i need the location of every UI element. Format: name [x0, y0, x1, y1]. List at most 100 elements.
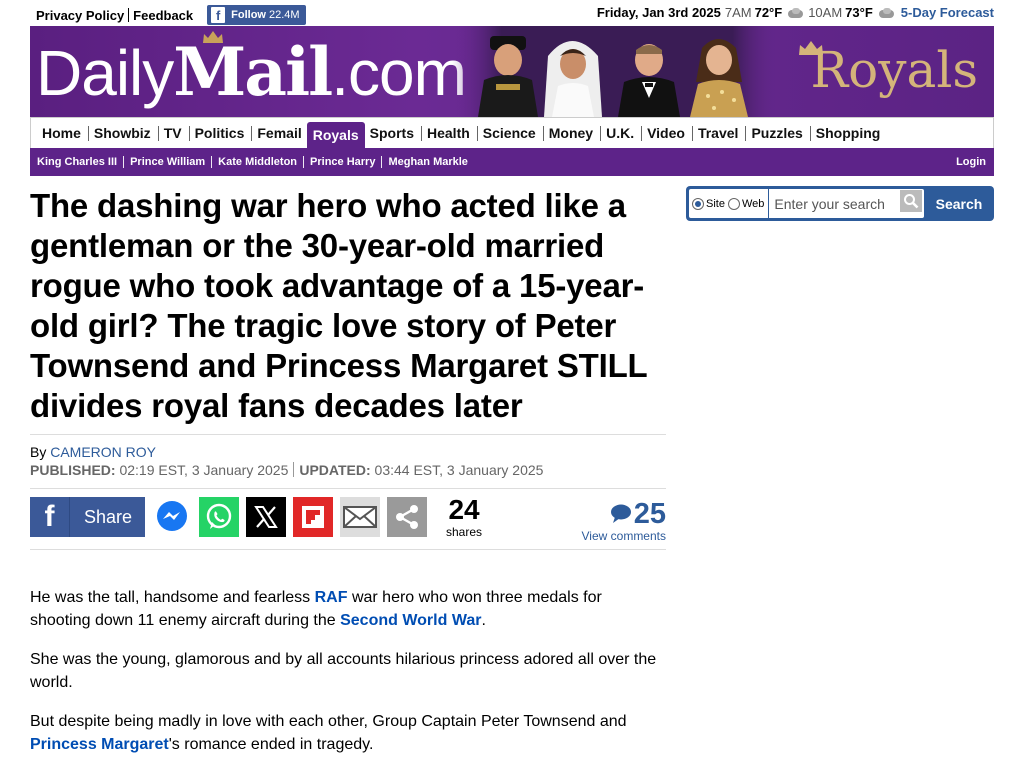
- share-bar: f Share 24 shares 25 View comments: [30, 494, 666, 543]
- nav-item-label: Money: [548, 125, 594, 141]
- nav-item-travel[interactable]: Travel: [693, 118, 746, 148]
- article-headline: The dashing war hero who acted like a ge…: [30, 187, 647, 424]
- nav-item-tv[interactable]: TV: [159, 118, 190, 148]
- subnav-item-kate-middleton[interactable]: Kate Middleton: [218, 156, 310, 168]
- nav-item-label: Femail: [257, 125, 302, 141]
- top-utility-bar: Privacy Policy Feedback f Follow 22.4M F…: [30, 0, 994, 26]
- nav-item-science[interactable]: Science: [478, 118, 544, 148]
- share-count: 24 shares: [446, 494, 483, 540]
- divider: [30, 549, 666, 550]
- raf-topic-link[interactable]: RAF: [315, 589, 348, 606]
- nav-item-label: Royals: [312, 127, 359, 143]
- whatsapp-share-button[interactable]: [199, 497, 239, 537]
- current-date: Friday, Jan 3rd 2025: [596, 5, 721, 20]
- byline: By CAMERON ROY: [30, 444, 156, 460]
- nav-item-showbiz[interactable]: Showbiz: [89, 118, 159, 148]
- main-nav: Home Showbiz TV Politics Femail Royals Sports H…: [30, 117, 994, 148]
- nav-item-femail[interactable]: Femail: [252, 118, 306, 148]
- published-label: PUBLISHED:: [30, 462, 116, 478]
- subnav-item-label: Prince Harry: [310, 156, 376, 168]
- updated-date: 03:44 EST, 3 January 2025: [374, 462, 544, 478]
- divider: [303, 156, 305, 168]
- nav-item-u-k[interactable]: U.K.: [601, 118, 642, 148]
- nav-item-sports[interactable]: Sports: [365, 118, 422, 148]
- shares-label: shares: [446, 525, 483, 539]
- nav-item-label: Video: [647, 125, 685, 141]
- nav-item-label: Home: [42, 125, 81, 141]
- nav-item-label: Politics: [194, 125, 245, 141]
- cloud-icon: [878, 7, 895, 18]
- radio-web-label: Web: [741, 197, 765, 210]
- author-link[interactable]: CAMERON ROY: [50, 444, 156, 460]
- dailymail-logo[interactable]: DailyMail.com: [36, 33, 467, 111]
- flipboard-icon: [302, 506, 324, 528]
- forecast-link[interactable]: 5-Day Forecast: [901, 5, 994, 20]
- second-world-war-topic-link[interactable]: Second World War: [340, 612, 481, 629]
- messenger-icon: [152, 497, 192, 537]
- royals-photo-banner: [452, 26, 782, 117]
- weather-time-1: 7AM: [724, 5, 752, 20]
- date-weather: Friday, Jan 3rd 2025 7AM 72°F 10AM 73°F …: [597, 5, 994, 20]
- nav-item-label: Showbiz: [93, 125, 151, 141]
- shares-number: 24: [448, 494, 480, 525]
- subnav-item-king-charles-iii[interactable]: King Charles III: [37, 156, 130, 168]
- whatsapp-icon: [206, 503, 232, 529]
- divider: [30, 434, 666, 435]
- article-body: He was the tall, handsome and fearless R…: [30, 586, 666, 768]
- nav-item-label: Shopping: [815, 125, 881, 141]
- subnav-item-prince-harry[interactable]: Prince Harry: [310, 156, 388, 168]
- divider: [381, 156, 383, 168]
- search-box: Site Web Search: [686, 186, 994, 221]
- nav-item-video[interactable]: Video: [642, 118, 693, 148]
- search-inner: Site Web: [689, 189, 924, 218]
- logo-com: .com: [331, 37, 467, 109]
- nav-item-health[interactable]: Health: [422, 118, 478, 148]
- login-link[interactable]: Login: [956, 156, 986, 168]
- nav-item-royals[interactable]: Royals: [306, 122, 365, 148]
- facebook-follow-button[interactable]: f Follow 22.4M: [207, 5, 306, 25]
- nav-item-home[interactable]: Home: [37, 118, 89, 148]
- nav-item-money[interactable]: Money: [544, 118, 601, 148]
- nav-item-label: Health: [427, 125, 470, 141]
- more-share-button[interactable]: [387, 497, 427, 537]
- princess-margaret-topic-link[interactable]: Princess Margaret: [30, 736, 169, 753]
- crown-icon: [203, 31, 223, 43]
- facebook-icon: f: [211, 7, 226, 23]
- comment-count: 25: [582, 499, 666, 529]
- paragraph: But despite being madly in love with eac…: [30, 710, 666, 756]
- cloud-icon: [788, 7, 804, 18]
- nav-item-politics[interactable]: Politics: [190, 118, 253, 148]
- logo-mail: Mail: [173, 33, 333, 111]
- search-button[interactable]: Search: [924, 186, 994, 221]
- nav-item-label: Travel: [697, 125, 739, 141]
- divider: [211, 156, 213, 168]
- comments-link[interactable]: 25 View comments: [582, 499, 666, 543]
- royals-subnav: King Charles III Prince William Kate Middl…: [30, 148, 994, 176]
- nav-item-label: TV: [163, 125, 182, 141]
- flipboard-share-button[interactable]: [293, 497, 333, 537]
- radio-selected-icon: [692, 197, 704, 210]
- nav-item-puzzles[interactable]: Puzzles: [746, 118, 810, 148]
- search-web-radio[interactable]: Web: [727, 197, 765, 210]
- messenger-share-button[interactable]: [152, 497, 192, 537]
- follow-count: 22.4M: [268, 9, 300, 21]
- divider: [768, 189, 770, 218]
- feedback-link[interactable]: Feedback: [133, 8, 193, 23]
- subnav-item-label: Kate Middleton: [218, 156, 298, 168]
- subnav-item-label: King Charles III: [37, 156, 118, 168]
- privacy-policy-link[interactable]: Privacy Policy: [36, 8, 124, 23]
- email-icon: [343, 506, 377, 528]
- nav-item-label: Science: [482, 125, 536, 141]
- nav-item-shopping[interactable]: Shopping: [811, 118, 886, 148]
- nav-item-label: Puzzles: [751, 125, 803, 141]
- search-icon[interactable]: [900, 190, 922, 212]
- subnav-item-meghan-markle[interactable]: Meghan Markle: [388, 156, 467, 168]
- divider: [293, 462, 295, 477]
- email-share-button[interactable]: [340, 497, 380, 537]
- x-share-button[interactable]: [246, 497, 286, 537]
- search-input[interactable]: [774, 195, 901, 212]
- facebook-share-button[interactable]: f Share: [30, 497, 145, 537]
- subnav-item-prince-william[interactable]: Prince William: [130, 156, 218, 168]
- paragraph-text: But despite being madly in love with eac…: [30, 713, 627, 730]
- search-site-radio[interactable]: Site: [692, 197, 725, 210]
